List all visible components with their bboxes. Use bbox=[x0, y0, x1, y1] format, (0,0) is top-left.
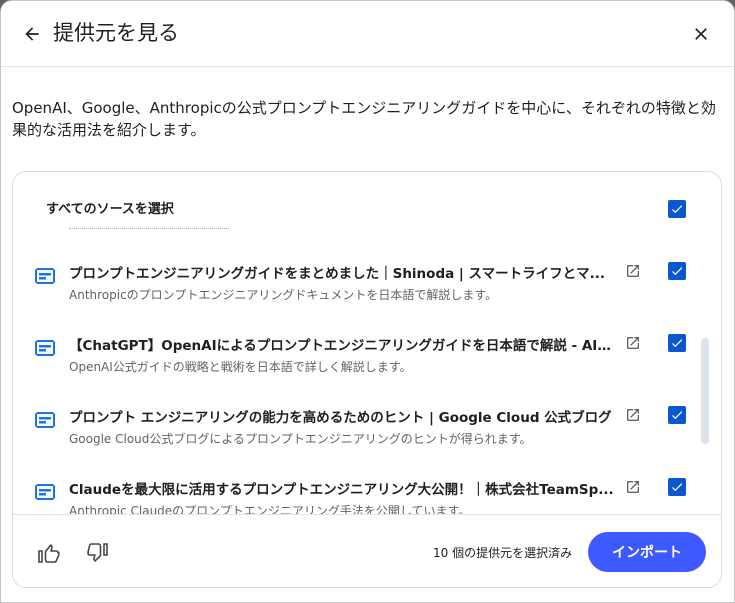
dialog-header: 提供元を見る bbox=[1, 1, 734, 67]
source-title[interactable]: 【ChatGPT】OpenAIによるプロンプトエンジニアリングガイドを日本語で解… bbox=[69, 334, 614, 354]
selected-count: 10 個の提供元を選択済み bbox=[433, 546, 573, 560]
source-dialog: 提供元を見る OpenAI、Google、Anthropicの公式プロンプトエン… bbox=[0, 0, 735, 603]
thumb-up-icon bbox=[38, 543, 60, 563]
import-button[interactable]: インポート bbox=[588, 532, 706, 572]
select-all-row[interactable]: すべてのソースを選択 bbox=[13, 172, 721, 228]
select-all-label: すべてのソースを選択 bbox=[46, 202, 174, 217]
check-icon bbox=[671, 411, 683, 420]
source-checkbox[interactable] bbox=[668, 262, 686, 280]
source-subtitle: Anthropic Claudeのプロンプトエンジニアリング手法を公開しています… bbox=[69, 504, 471, 514]
article-icon bbox=[35, 412, 55, 428]
source-title[interactable]: プロンプト エンジニアリングの能力を高めるためのヒント | Google Clo… bbox=[69, 406, 614, 426]
thumb-down-button[interactable] bbox=[83, 539, 111, 567]
source-item[interactable]: プロンプトエンジニアリングガイドをまとめました｜Shinoda | スマートライ… bbox=[13, 228, 703, 302]
article-icon bbox=[35, 484, 55, 500]
check-icon bbox=[671, 339, 683, 348]
source-item[interactable]: 【ChatGPT】OpenAIによるプロンプトエンジニアリングガイドを日本語で解… bbox=[13, 300, 703, 374]
check-icon bbox=[671, 205, 683, 214]
dialog-footer: 10 個の提供元を選択済み インポート bbox=[13, 514, 721, 587]
open-in-new-icon[interactable] bbox=[625, 407, 641, 423]
open-in-new-icon[interactable] bbox=[625, 335, 641, 351]
source-panel: すべてのソースを選択 プロンプトエンジニアリングガイドをまとめました｜Shino… bbox=[12, 171, 722, 588]
source-item[interactable]: Claudeを最大限に活用するプロンプトエンジニアリング大公開！｜株式会社Tea… bbox=[13, 444, 703, 514]
open-in-new-icon[interactable] bbox=[625, 263, 641, 279]
check-icon bbox=[671, 267, 683, 276]
open-in-new-icon[interactable] bbox=[625, 479, 641, 495]
thumb-down-icon bbox=[87, 543, 108, 563]
close-button[interactable] bbox=[686, 19, 716, 49]
close-icon bbox=[695, 28, 707, 40]
source-checkbox[interactable] bbox=[668, 406, 686, 424]
list-scrollbar[interactable] bbox=[701, 338, 709, 444]
dialog-description: OpenAI、Google、Anthropicの公式プロンプトエンジニアリングガ… bbox=[12, 99, 716, 139]
source-item[interactable]: プロンプト エンジニアリングの能力を高めるためのヒント | Google Clo… bbox=[13, 372, 703, 446]
select-all-checkbox[interactable] bbox=[668, 200, 686, 218]
source-title[interactable]: プロンプトエンジニアリングガイドをまとめました｜Shinoda | スマートライ… bbox=[69, 262, 614, 282]
check-icon bbox=[671, 483, 683, 492]
dialog-title: 提供元を見る bbox=[53, 21, 179, 45]
article-icon bbox=[35, 268, 55, 284]
article-icon bbox=[35, 340, 55, 356]
source-list[interactable]: プロンプトエンジニアリングガイドをまとめました｜Shinoda | スマートライ… bbox=[13, 228, 721, 514]
source-title[interactable]: Claudeを最大限に活用するプロンプトエンジニアリング大公開！｜株式会社Tea… bbox=[69, 478, 614, 498]
source-checkbox[interactable] bbox=[668, 334, 686, 352]
arrow-back-icon bbox=[25, 27, 39, 41]
thumb-up-button[interactable] bbox=[35, 539, 63, 567]
source-checkbox[interactable] bbox=[668, 478, 686, 496]
back-button[interactable] bbox=[17, 19, 47, 49]
